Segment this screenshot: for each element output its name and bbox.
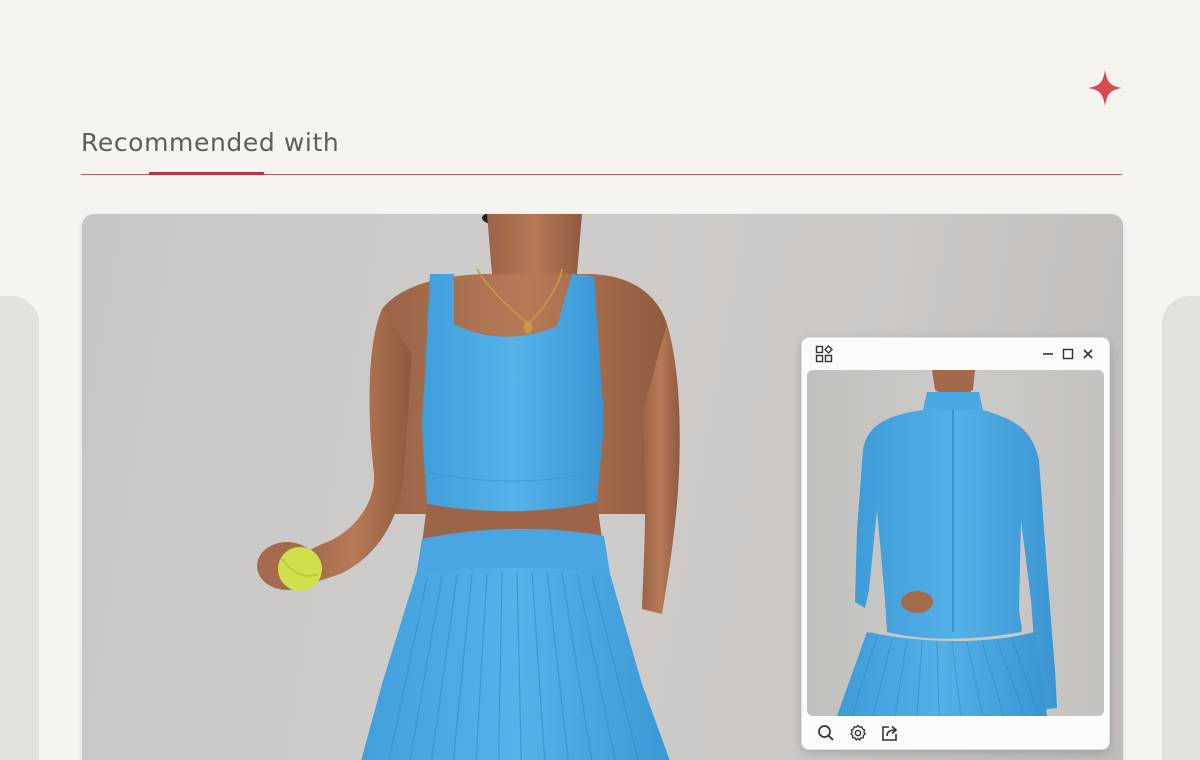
section-divider-accent [149, 172, 264, 175]
minimize-icon[interactable] [1038, 344, 1058, 364]
gear-icon[interactable] [848, 723, 868, 743]
preview-image-illustration [837, 370, 1057, 716]
maximize-icon[interactable] [1058, 344, 1078, 364]
carousel-prev-card[interactable] [0, 296, 39, 760]
page-root: Recommended with [0, 0, 1200, 760]
apps-grid-icon[interactable] [814, 344, 834, 364]
magnifier-icon[interactable] [816, 723, 836, 743]
preview-window[interactable] [801, 337, 1110, 750]
preview-image[interactable] [807, 370, 1104, 716]
share-icon[interactable] [880, 723, 900, 743]
section-title: Recommended with [81, 128, 340, 157]
sparkle-icon [1088, 70, 1122, 106]
close-icon[interactable] [1078, 344, 1098, 364]
carousel-next-card[interactable] [1162, 296, 1200, 760]
